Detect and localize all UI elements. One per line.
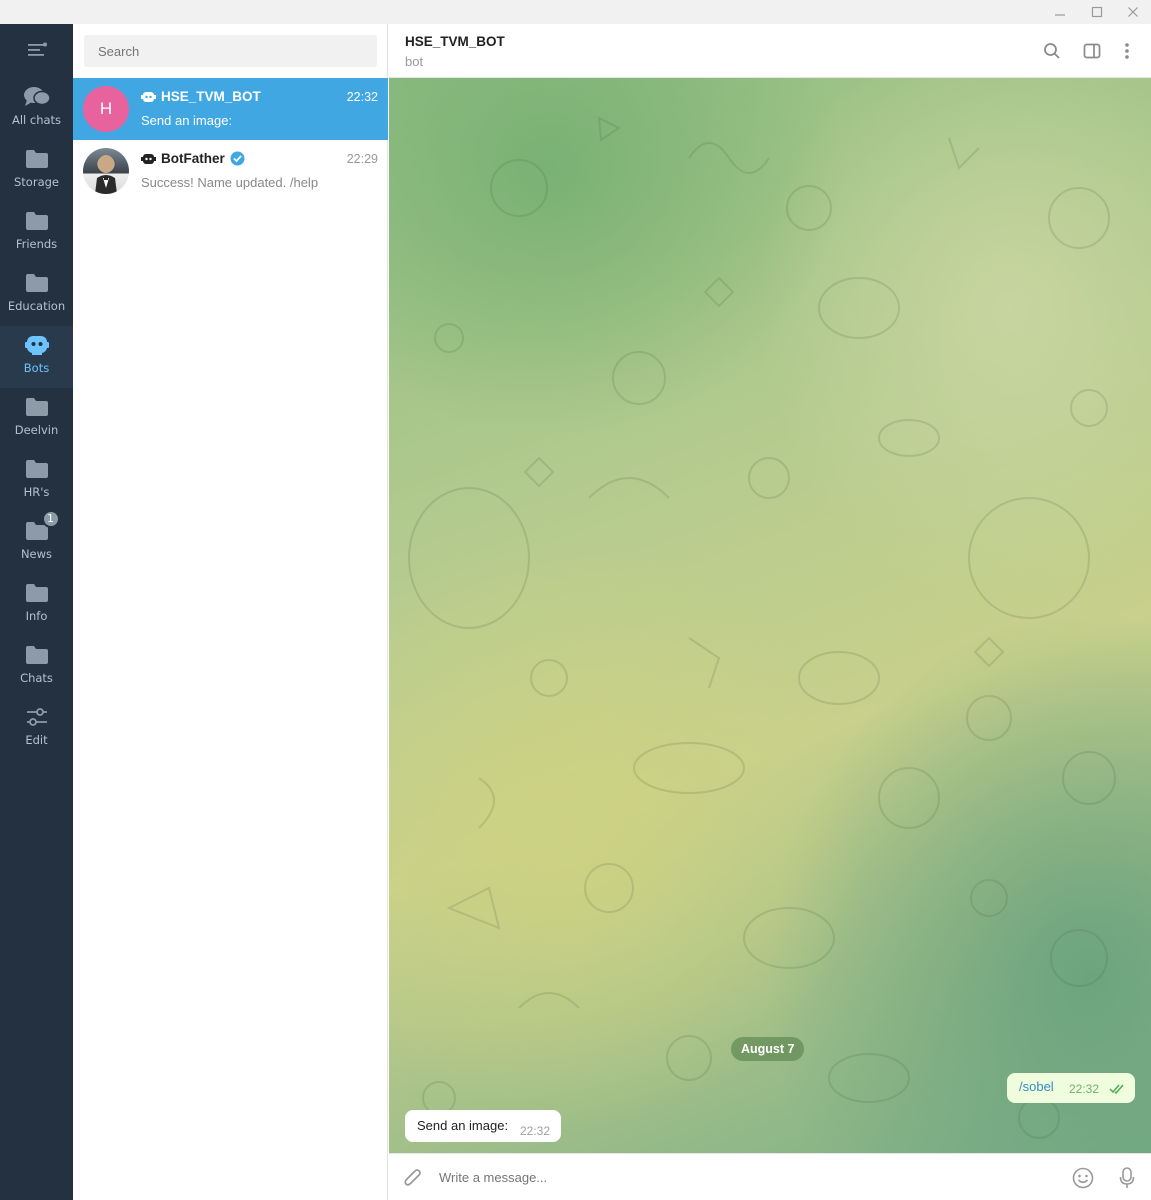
search-icon <box>1044 43 1060 59</box>
outgoing-message[interactable]: /sobel 22:32 <box>1007 1073 1135 1103</box>
folder-all-chats[interactable]: All chats <box>0 78 73 140</box>
conversation-subtitle: bot <box>405 54 424 69</box>
folder-label: Deelvin <box>14 423 59 437</box>
emoji-icon <box>1072 1167 1094 1189</box>
window-titlebar <box>0 0 1151 24</box>
folder-label: HR's <box>23 485 50 499</box>
search-input[interactable] <box>84 35 377 67</box>
folder-info[interactable]: Info <box>0 574 73 636</box>
read-check-icon <box>1109 1084 1124 1095</box>
sidebar-toggle-button[interactable] <box>1081 40 1103 62</box>
folder-icon <box>25 150 48 168</box>
folder-label: All chats <box>11 113 62 127</box>
chat-time: 22:29 <box>346 152 378 166</box>
more-vertical-icon <box>1125 43 1129 59</box>
chat-item-botfather[interactable]: BotFather 22:29 Success! Name updated. /… <box>73 140 388 202</box>
folder-label: Friends <box>15 237 58 251</box>
avatar: H <box>83 86 129 132</box>
minimize-icon <box>1055 14 1065 16</box>
bot-icon <box>141 91 156 102</box>
bot-icon <box>24 336 49 355</box>
folder-label: Bots <box>23 361 50 375</box>
sidebar-toggle-icon <box>1083 43 1101 59</box>
folder-label: Storage <box>14 175 59 189</box>
chat-preview: Send an image: <box>141 113 233 128</box>
date-separator: August 7 <box>731 1037 805 1061</box>
folder-deelvin[interactable]: Deelvin <box>0 388 73 450</box>
minimize-button[interactable] <box>1042 0 1078 24</box>
message-composer <box>389 1153 1151 1200</box>
message-area[interactable]: August 7 /sobel 22:32 Send an image: 22:… <box>389 78 1151 1153</box>
folder-hrs[interactable]: HR's <box>0 450 73 512</box>
main-menu-button[interactable] <box>0 24 73 76</box>
folder-friends[interactable]: Friends <box>0 202 73 264</box>
sliders-icon <box>26 708 47 726</box>
chat-name: HSE_TVM_BOT <box>161 89 261 104</box>
folder-storage[interactable]: Storage <box>0 140 73 202</box>
folder-edit[interactable]: Edit <box>0 698 73 760</box>
emoji-button[interactable] <box>1071 1166 1095 1190</box>
hamburger-icon <box>27 42 47 56</box>
message-time: 22:32 <box>520 1124 551 1138</box>
incoming-message[interactable]: Send an image: 22:32 <box>405 1110 561 1142</box>
maximize-icon <box>1091 6 1103 18</box>
chat-time: 22:32 <box>346 90 378 104</box>
folder-icon <box>25 274 48 292</box>
chat-list-panel: H HSE_TVM_BOT 22:32 Send an image: BotFa… <box>73 24 388 1200</box>
folder-education[interactable]: Education <box>0 264 73 326</box>
folder-label: Edit <box>25 733 48 747</box>
conversation-title[interactable]: HSE_TVM_BOT <box>405 34 505 49</box>
message-time: 22:32 <box>1069 1082 1100 1096</box>
folder-label: Info <box>25 609 48 623</box>
folder-icon <box>25 646 48 664</box>
folder-bots[interactable]: Bots <box>0 326 73 388</box>
chat-item-hse-tvm-bot[interactable]: H HSE_TVM_BOT 22:32 Send an image: <box>73 78 388 140</box>
more-menu-button[interactable] <box>1116 40 1138 62</box>
close-icon <box>1128 7 1138 17</box>
verified-icon <box>230 151 245 166</box>
search-button[interactable] <box>1041 40 1063 62</box>
folder-icon <box>25 398 48 416</box>
paperclip-icon <box>404 1169 421 1186</box>
folder-icon <box>25 460 48 478</box>
chats-icon <box>23 87 51 106</box>
close-button[interactable] <box>1115 0 1151 24</box>
folder-label: News <box>20 547 53 561</box>
bot-icon <box>141 153 156 164</box>
folder-chats[interactable]: Chats <box>0 636 73 698</box>
conversation-header[interactable]: HSE_TVM_BOT bot <box>389 24 1151 78</box>
chat-name: BotFather <box>161 151 225 166</box>
unread-badge: 1 <box>41 510 60 528</box>
voice-record-button[interactable] <box>1115 1166 1139 1190</box>
folder-icon <box>25 212 48 230</box>
folder-icon <box>25 584 48 602</box>
message-text: Send an image: <box>417 1118 509 1133</box>
message-text[interactable]: /sobel <box>1019 1079 1054 1094</box>
folder-sidebar: All chats Storage Friends Education Bots… <box>0 24 73 1200</box>
microphone-icon <box>1119 1167 1135 1188</box>
wallpaper-pattern <box>408 116 1116 1139</box>
folder-label: Chats <box>20 671 53 685</box>
message-input[interactable] <box>439 1166 1039 1188</box>
attach-button[interactable] <box>401 1166 425 1190</box>
folder-label: Education <box>7 299 66 313</box>
chat-preview: Success! Name updated. /help <box>141 175 319 190</box>
avatar <box>83 148 129 194</box>
folder-news[interactable]: 1 News <box>0 510 73 574</box>
maximize-button[interactable] <box>1079 0 1115 24</box>
